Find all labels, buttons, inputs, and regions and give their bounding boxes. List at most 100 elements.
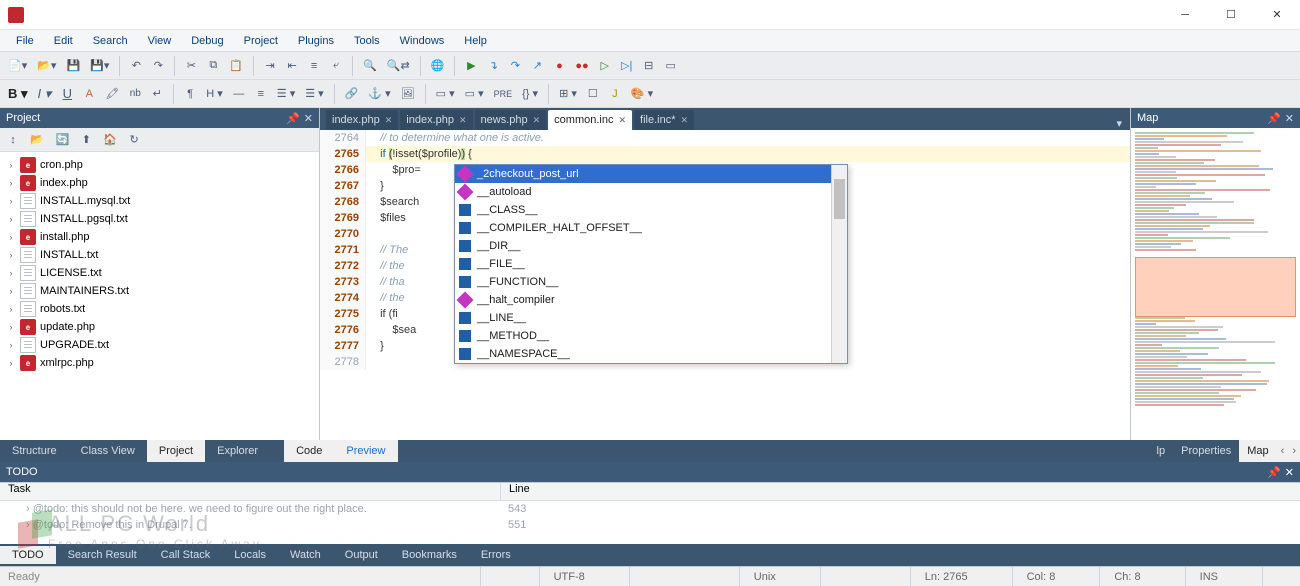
tab-close-icon[interactable]: ✕	[459, 115, 467, 126]
br-button[interactable]: ↵	[147, 83, 167, 105]
tab-map[interactable]: Map	[1239, 440, 1276, 462]
editor-tab[interactable]: index.php✕	[400, 110, 472, 130]
menu-edit[interactable]: Edit	[44, 33, 83, 49]
autocomplete-item[interactable]: __COMPILER_HALT_OFFSET__	[455, 219, 847, 237]
pre-button[interactable]: PRE	[490, 83, 517, 105]
code-button[interactable]: {} ▾	[518, 83, 542, 105]
paste-button[interactable]: 📋	[225, 55, 247, 77]
tab-preview[interactable]: Preview	[334, 440, 397, 462]
autocomplete-item[interactable]: __NAMESPACE__	[455, 345, 847, 363]
refresh-button[interactable]: ↻	[125, 130, 143, 150]
file-node[interactable]: ›MAINTAINERS.txt	[0, 282, 319, 300]
minimap[interactable]	[1131, 128, 1300, 440]
tab-close-icon[interactable]: ✕	[680, 115, 688, 126]
span-button[interactable]: ▭ ▾	[461, 83, 488, 105]
close-button[interactable]: ✕	[1254, 0, 1300, 30]
menu-file[interactable]: File	[6, 33, 44, 49]
breakpoints-button[interactable]: ●●	[571, 55, 592, 77]
bold-button[interactable]: B ▾	[4, 83, 32, 105]
cut-button[interactable]: ✂	[181, 55, 201, 77]
run-button[interactable]: ▶	[461, 55, 481, 77]
outdent-button[interactable]: ⇤	[282, 55, 302, 77]
up-button[interactable]: ⬆	[77, 130, 95, 150]
file-node[interactable]: ›LICENSE.txt	[0, 264, 319, 282]
expand-button[interactable]: 📂	[26, 130, 48, 150]
panel-close-icon[interactable]: ✕	[1285, 466, 1294, 479]
step-over-button[interactable]: ↷	[505, 55, 525, 77]
link-button[interactable]: 🔗	[341, 83, 363, 105]
menu-plugins[interactable]: Plugins	[288, 33, 344, 49]
tab-code[interactable]: Code	[284, 440, 334, 462]
bottom-tab-errors[interactable]: Errors	[469, 546, 523, 564]
file-node[interactable]: ›robots.txt	[0, 300, 319, 318]
redo-button[interactable]: ↷	[148, 55, 168, 77]
replace-button[interactable]: 🔍⇄	[383, 55, 414, 77]
tab-properties[interactable]: Properties	[1173, 440, 1239, 462]
panel-close-icon[interactable]: ✕	[1285, 112, 1294, 125]
autocomplete-popup[interactable]: _2checkout_post_url__autoload__CLASS____…	[454, 164, 848, 364]
autocomplete-item[interactable]: __METHOD__	[455, 327, 847, 345]
autocomplete-item[interactable]: __FILE__	[455, 255, 847, 273]
maximize-button[interactable]: ☐	[1208, 0, 1254, 30]
save-all-button[interactable]: 💾▾	[86, 55, 113, 77]
file-node[interactable]: ›INSTALL.mysql.txt	[0, 192, 319, 210]
sync-button[interactable]: 🔄	[52, 130, 74, 150]
menu-tools[interactable]: Tools	[344, 33, 390, 49]
anchor-button[interactable]: ⚓ ▾	[364, 83, 394, 105]
panel-close-icon[interactable]: ✕	[304, 112, 313, 125]
tab-overflow-button[interactable]: ▾	[1108, 117, 1130, 130]
autocomplete-item[interactable]: __FUNCTION__	[455, 273, 847, 291]
wrap-button[interactable]: ⤶	[326, 55, 346, 77]
todo-col-line[interactable]: Line	[500, 483, 1300, 500]
undo-button[interactable]: ↶	[126, 55, 146, 77]
breakpoint-button[interactable]: ●	[549, 55, 569, 77]
tab-explorer[interactable]: Explorer	[205, 440, 270, 462]
file-node[interactable]: ›eupdate.php	[0, 318, 319, 336]
tab-project[interactable]: Project	[147, 440, 205, 462]
font-color-button[interactable]: A	[79, 83, 99, 105]
minimize-button[interactable]: ─	[1162, 0, 1208, 30]
step-into-button[interactable]: ↴	[483, 55, 503, 77]
autocomplete-scrollbar[interactable]	[831, 165, 847, 363]
menu-search[interactable]: Search	[83, 33, 138, 49]
menu-windows[interactable]: Windows	[390, 33, 455, 49]
debug-window-button[interactable]: ▭	[661, 55, 681, 77]
form-button[interactable]: ☐	[583, 83, 603, 105]
list-button[interactable]: ☰ ▾	[301, 83, 327, 105]
table-button[interactable]: ⊞ ▾	[555, 83, 581, 105]
file-node[interactable]: ›exmlrpc.php	[0, 354, 319, 372]
pin-icon[interactable]: 📌	[1267, 112, 1281, 125]
file-node[interactable]: ›einstall.php	[0, 228, 319, 246]
file-node[interactable]: ›ecron.php	[0, 156, 319, 174]
scroll-right-button[interactable]: ›	[1288, 440, 1300, 462]
todo-col-task[interactable]: Task	[0, 483, 500, 500]
continue-button[interactable]: ▷	[595, 55, 615, 77]
step-out-button[interactable]: ↗	[527, 55, 547, 77]
tab-close-icon[interactable]: ✕	[385, 115, 393, 126]
image-button[interactable]: 🖼	[397, 83, 419, 105]
autocomplete-item[interactable]: __CLASS__	[455, 201, 847, 219]
file-tree[interactable]: ›ecron.php›eindex.php›INSTALL.mysql.txt›…	[0, 152, 319, 440]
code-editor[interactable]: 2764 // to determine what one is active.…	[320, 130, 1130, 440]
tab-lp[interactable]: lp	[1149, 440, 1174, 462]
autocomplete-item[interactable]: __LINE__	[455, 309, 847, 327]
css-button[interactable]: 🎨 ▾	[627, 83, 657, 105]
scroll-left-button[interactable]: ‹	[1277, 440, 1289, 462]
pin-icon[interactable]: 📌	[286, 112, 300, 125]
new-file-button[interactable]: 📄▾	[4, 55, 31, 77]
editor-tab[interactable]: file.inc*✕	[634, 110, 694, 130]
tab-close-icon[interactable]: ✕	[533, 115, 541, 126]
align-button[interactable]: ☰ ▾	[273, 83, 299, 105]
editor-tab[interactable]: common.inc✕	[548, 110, 632, 130]
menu-project[interactable]: Project	[234, 33, 288, 49]
highlight-button[interactable]: 🖍	[101, 83, 123, 105]
autocomplete-item[interactable]: _2checkout_post_url	[455, 165, 847, 183]
stop-button[interactable]: ⊟	[639, 55, 659, 77]
nbsp-button[interactable]: nb	[125, 83, 145, 105]
hr-button[interactable]: —	[229, 83, 249, 105]
autocomplete-item[interactable]: __halt_compiler	[455, 291, 847, 309]
bottom-tab-bookmarks[interactable]: Bookmarks	[390, 546, 469, 564]
tab-close-icon[interactable]: ✕	[618, 115, 626, 126]
format-button[interactable]: ≡	[304, 55, 324, 77]
save-button[interactable]: 💾	[62, 55, 84, 77]
